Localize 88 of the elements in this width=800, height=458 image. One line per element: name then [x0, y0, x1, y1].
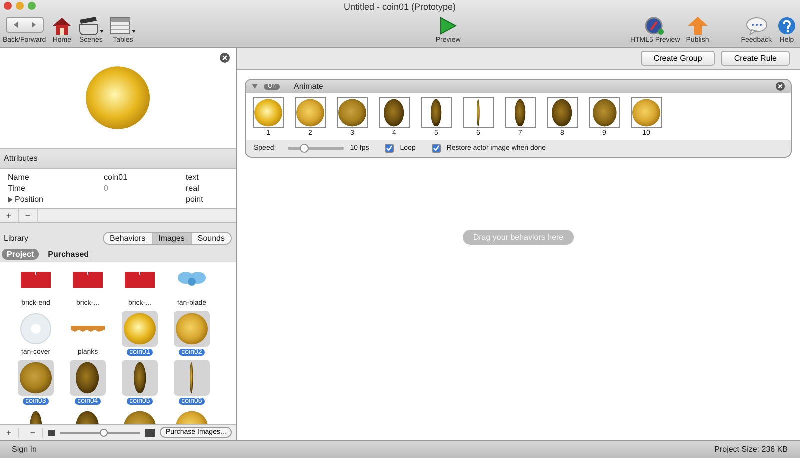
image-tile[interactable] [122, 360, 158, 396]
frame-well[interactable] [379, 97, 410, 128]
list-button[interactable]: − [24, 428, 43, 438]
coin-image [75, 362, 101, 394]
loop-checkbox[interactable] [385, 144, 394, 153]
disclosure-triangle-icon[interactable] [8, 196, 13, 202]
toolbar-button[interactable]: Create Group [640, 51, 716, 66]
restore-checkbox[interactable] [432, 144, 441, 153]
close-window-button[interactable] [4, 2, 12, 10]
planks-icon [71, 326, 105, 332]
attribute-row[interactable]: Time 0 real [0, 183, 236, 194]
attribute-row[interactable]: Name coin01 text [0, 172, 236, 183]
help-icon[interactable] [778, 17, 796, 35]
list-button[interactable]: + [0, 428, 19, 438]
close-icon[interactable] [776, 82, 785, 91]
brick-icon [21, 272, 51, 288]
attribute-name: Time [8, 184, 26, 193]
coin-image [132, 362, 148, 394]
ring-icon [20, 313, 52, 345]
clapperboard-icon[interactable] [78, 17, 104, 35]
coin-image [189, 362, 195, 394]
list-button[interactable]: + [0, 209, 19, 222]
play-icon[interactable] [439, 17, 458, 35]
toolbar-button[interactable]: Create Rule [721, 51, 790, 66]
image-tile[interactable] [122, 311, 158, 347]
frame-well[interactable] [337, 97, 368, 128]
attribute-name: Name [8, 173, 30, 182]
fan-blade-icon [178, 272, 206, 288]
coin-image [296, 98, 325, 126]
coin-image [551, 98, 574, 126]
zoom-slider-thumb[interactable] [100, 428, 108, 436]
coin-image [383, 98, 406, 126]
library-tab[interactable]: Images [152, 233, 191, 244]
drop-hint: Drag your behaviors here [463, 230, 574, 245]
coin-image [85, 66, 151, 130]
attribute-name: Position [15, 195, 44, 204]
collapse-triangle-icon[interactable] [252, 84, 258, 89]
project-size: Project Size: 236 KB [714, 445, 788, 454]
image-tile[interactable] [174, 360, 210, 396]
list-button[interactable]: − [19, 209, 38, 222]
coin-image [430, 98, 443, 126]
table-icon[interactable] [110, 17, 136, 35]
attribute-type: point [186, 195, 204, 204]
compass-icon[interactable] [645, 17, 666, 35]
attribute-value: coin01 [104, 173, 129, 182]
image-tile[interactable] [18, 311, 54, 347]
image-tile[interactable] [18, 360, 54, 396]
image-tile[interactable] [70, 360, 106, 396]
close-icon[interactable] [220, 53, 230, 63]
speed-slider[interactable] [288, 147, 344, 150]
library-tab[interactable]: Behaviors [104, 233, 152, 244]
coin-image [514, 98, 527, 126]
home-icon[interactable] [52, 17, 72, 35]
frame-well[interactable] [547, 97, 578, 128]
frame-well[interactable] [463, 97, 494, 128]
attribute-row[interactable]: Position point [0, 194, 236, 205]
attribute-value: 0 [104, 184, 110, 193]
frame-well[interactable] [589, 97, 620, 128]
image-tile[interactable] [174, 311, 210, 347]
speech-bubble-icon[interactable] [746, 17, 768, 35]
small-image-icon [48, 430, 55, 436]
attribute-type: real [186, 184, 200, 193]
coin-image [123, 313, 157, 345]
back-forward-button[interactable] [6, 17, 44, 33]
slider-thumb[interactable] [300, 144, 309, 153]
coin-image [19, 362, 53, 394]
scope-tab[interactable]: Project [2, 249, 40, 260]
brick-icon [125, 272, 155, 288]
coin-image [338, 98, 367, 126]
back-arrow-icon[interactable] [14, 22, 18, 28]
library-tab[interactable]: Sounds [190, 233, 231, 244]
coin-image [254, 98, 283, 126]
brick-icon [73, 272, 103, 288]
attribute-type: text [186, 173, 200, 182]
forward-arrow-icon[interactable] [32, 22, 36, 28]
attributes-header: Attributes [0, 149, 236, 169]
coin-image [175, 313, 209, 345]
frame-well[interactable] [505, 97, 536, 128]
sign-in-link[interactable]: Sign In [12, 445, 37, 454]
large-image-icon [145, 428, 155, 436]
coin-image [476, 98, 481, 126]
library-header: Library [4, 234, 28, 243]
frame-well[interactable] [421, 97, 452, 128]
coin-image [592, 98, 618, 126]
coin-image [632, 98, 661, 126]
window-title: Untitled - coin01 (Prototype) [344, 2, 456, 12]
behavior-title: Animate [294, 82, 324, 91]
scope-tab[interactable]: Purchased [43, 249, 94, 260]
